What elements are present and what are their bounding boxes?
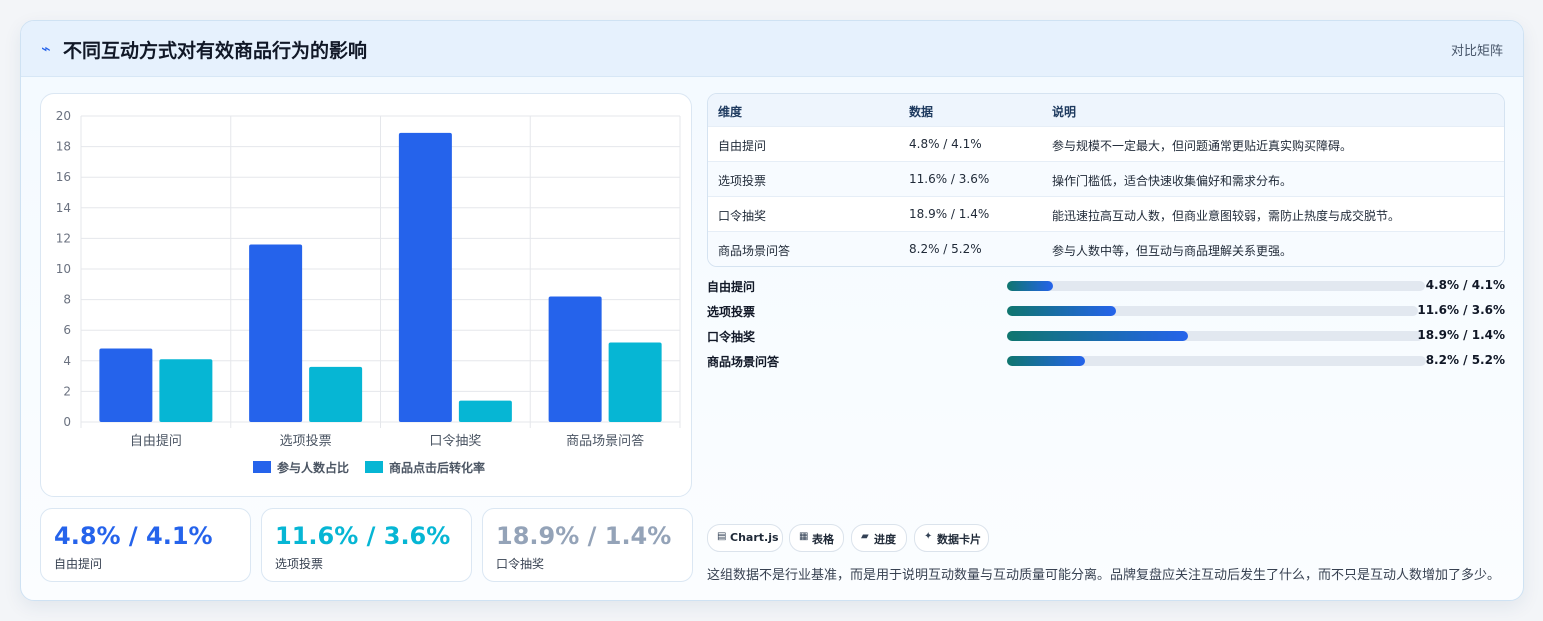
stat-label: 选项投票: [275, 557, 324, 571]
chip-label: 数据卡片: [937, 533, 981, 546]
panel-card: ⌁ 不同互动方式对有效商品行为的影响 对比矩阵 0 2 4 6 8 10 12 14 16 18 2…: [20, 20, 1524, 601]
progress-track: [1007, 356, 1426, 366]
stat-label: 口令抽奖: [496, 557, 545, 571]
bar: [398, 132, 452, 422]
progress-track: [1007, 306, 1418, 316]
matrix-badge: 对比矩阵: [1450, 44, 1503, 59]
progress-fill: [1007, 306, 1116, 316]
progress-label: 口令抽奖: [707, 330, 756, 344]
table-row: 自由提问 4.8% / 4.1% 参与规模不一定最大，但问题通常更贴近真实购买障…: [708, 126, 1504, 162]
legend-label: 商品点击后转化率: [389, 460, 485, 475]
table-icon: ▦: [799, 531, 809, 542]
table-cell: 18.9% / 1.4%: [909, 207, 990, 221]
progress-row-option-vote: 选项投票 11.6% / 3.6%: [707, 301, 1505, 321]
stat-label: 自由提问: [54, 557, 103, 571]
progress-value: 4.8% / 4.1%: [1425, 278, 1505, 292]
table-row: 口令抽奖 18.9% / 1.4% 能迅速拉高互动人数，但商业意图较弱，需防止热…: [708, 196, 1504, 232]
table-cell: 操作门槛低，适合快速收集偏好和需求分布。: [1052, 174, 1293, 188]
stat-value: 11.6% / 3.6%: [275, 522, 451, 550]
bar: [99, 348, 153, 422]
progress-row-scene-qa: 商品场景问答 8.2% / 5.2%: [707, 351, 1505, 371]
y-tick-label: 20: [56, 109, 71, 123]
table-cell: 参与人数中等，但互动与商品理解关系更强。: [1052, 244, 1293, 258]
chip-label: 进度: [874, 533, 896, 546]
bar: [249, 244, 303, 422]
progress-row-code-lottery: 口令抽奖 18.9% / 1.4%: [707, 326, 1505, 346]
chartjs-icon: ▤: [717, 531, 727, 542]
legend-label: 参与人数占比: [277, 460, 349, 475]
x-tick-label: 选项投票: [280, 433, 332, 449]
progress-icon: ▰: [861, 531, 869, 542]
stat-card-free-question: 4.8% / 4.1% 自由提问: [40, 508, 251, 582]
y-tick-label: 12: [56, 231, 71, 245]
bar-chart: 0 2 4 6 8 10 12 14 16 18 20 自由提问 选项投票 口令抽奖 商品场景问答参与人数占…: [40, 93, 692, 497]
bar-chart-svg: 0 2 4 6 8 10 12 14 16 18 20 自由提问 选项投票 口令抽奖 商品场景问答参与人数占…: [56, 109, 681, 475]
x-tick-label: 自由提问: [130, 433, 182, 449]
panel-title: 不同互动方式对有效商品行为的影响: [63, 40, 368, 62]
bar: [548, 296, 602, 422]
table-header-cell: 维度: [718, 105, 743, 119]
bar: [159, 359, 213, 422]
data-card-icon: ✦: [924, 531, 933, 542]
y-tick-label: 16: [56, 170, 71, 184]
progress-row-free-question: 自由提问 4.8% / 4.1%: [707, 276, 1505, 296]
progress-track: [1007, 281, 1425, 291]
y-tick-label: 6: [63, 323, 71, 337]
progress-track: [1007, 331, 1423, 341]
table-cell: 选项投票: [718, 174, 767, 188]
footnote: 这组数据不是行业基准，而是用于说明互动数量与互动质量可能分离。品牌复盘应关注互动…: [707, 568, 1501, 583]
table-cell: 商品场景问答: [718, 244, 791, 258]
table-header-cell: 说明: [1052, 105, 1077, 119]
chip-label: 表格: [812, 533, 834, 546]
chip-chartjs[interactable]: ▤ Chart.js: [707, 524, 783, 552]
table-cell: 能迅速拉高互动人数，但商业意图较弱，需防止热度与成交脱节。: [1052, 209, 1401, 223]
y-tick-label: 2: [63, 384, 71, 398]
progress-fill: [1007, 281, 1053, 291]
table-cell: 11.6% / 3.6%: [909, 172, 990, 186]
stat-value: 4.8% / 4.1%: [54, 522, 213, 550]
y-tick-label: 4: [63, 354, 71, 368]
y-tick-label: 0: [63, 415, 71, 429]
table-row: 选项投票 11.6% / 3.6% 操作门槛低，适合快速收集偏好和需求分布。: [708, 161, 1504, 197]
progress-value: 8.2% / 5.2%: [1425, 353, 1505, 367]
bar: [309, 366, 363, 422]
progress-label: 商品场景问答: [707, 355, 780, 369]
x-tick-label: 商品场景问答: [566, 433, 644, 449]
table-cell: 8.2% / 5.2%: [909, 242, 982, 256]
progress-value: 18.9% / 1.4%: [1417, 328, 1505, 342]
table-cell: 参与规模不一定最大，但问题通常更贴近真实购买障碍。: [1052, 139, 1353, 153]
stat-card-option-vote: 11.6% / 3.6% 选项投票: [261, 508, 472, 582]
progress-label: 自由提问: [707, 280, 756, 294]
chart-spark-icon: ⌁: [41, 39, 51, 58]
y-tick-label: 8: [63, 293, 71, 307]
y-tick-label: 14: [56, 201, 71, 215]
table-cell: 自由提问: [718, 139, 767, 153]
table-header-row: 维度 数据 说明: [708, 94, 1504, 127]
progress-value: 11.6% / 3.6%: [1417, 303, 1505, 317]
table-header-cell: 数据: [909, 105, 934, 119]
chip-data-card[interactable]: ✦ 数据卡片: [914, 524, 989, 552]
table-cell: 口令抽奖: [718, 209, 767, 223]
legend-swatch: [365, 461, 383, 473]
x-tick-label: 口令抽奖: [429, 434, 481, 449]
y-tick-label: 18: [56, 140, 71, 154]
progress-fill: [1007, 356, 1085, 366]
legend-swatch: [253, 461, 271, 473]
bar: [608, 342, 662, 422]
chip-progress[interactable]: ▰ 进度: [851, 524, 907, 552]
stat-value: 18.9% / 1.4%: [496, 522, 672, 550]
progress-label: 选项投票: [707, 305, 756, 319]
stat-card-code-lottery: 18.9% / 1.4% 口令抽奖: [482, 508, 693, 582]
comparison-table: 维度 数据 说明 自由提问 4.8% / 4.1% 参与规模不一定最大，但问题通…: [707, 93, 1505, 267]
table-row: 商品场景问答 8.2% / 5.2% 参与人数中等，但互动与商品理解关系更强。: [708, 231, 1504, 266]
panel-header: ⌁ 不同互动方式对有效商品行为的影响 对比矩阵: [21, 21, 1523, 77]
table-cell: 4.8% / 4.1%: [909, 137, 982, 151]
chip-label: Chart.js: [730, 531, 779, 544]
chip-table[interactable]: ▦ 表格: [789, 524, 844, 552]
bar: [458, 400, 512, 422]
progress-fill: [1007, 331, 1188, 341]
y-tick-label: 10: [56, 262, 71, 276]
